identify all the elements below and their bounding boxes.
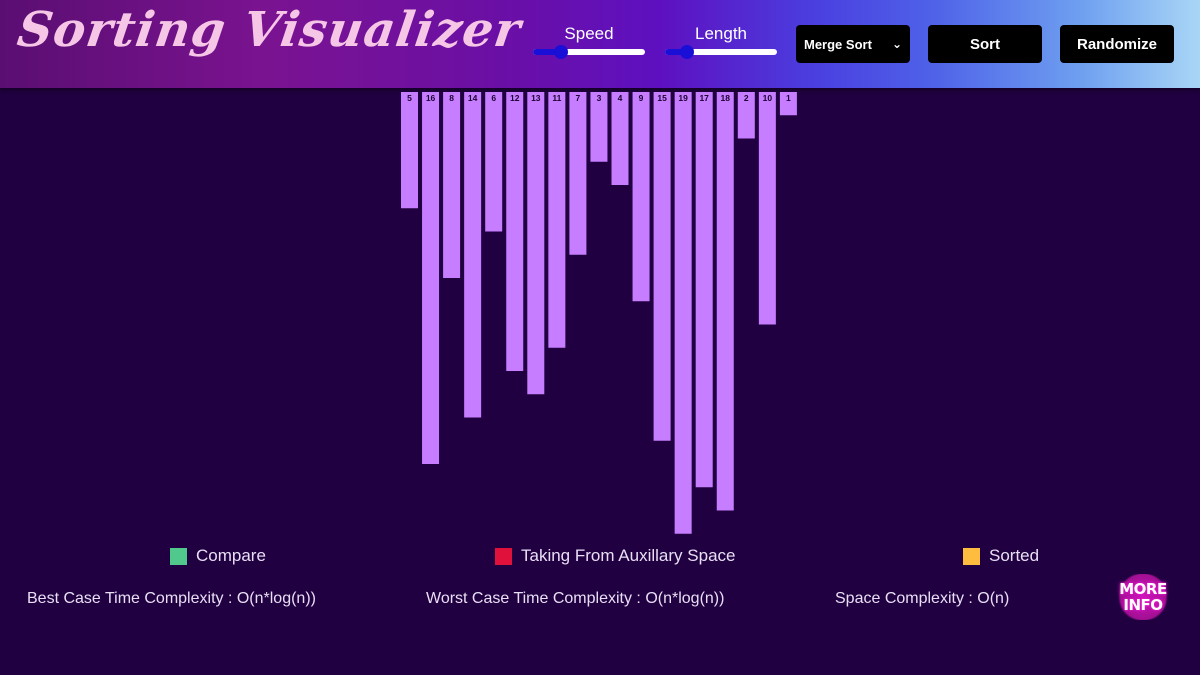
- bar-8: [569, 92, 587, 255]
- chevron-down-icon: ⌄: [891, 37, 902, 51]
- bar-3: [464, 92, 482, 418]
- bar-9: [590, 92, 608, 162]
- sort-button[interactable]: Sort: [928, 25, 1042, 63]
- bar-label-17: 10: [763, 93, 773, 103]
- bar-0: [401, 92, 418, 209]
- worst-case-complexity: Worst Case Time Complexity : O(n*log(n)): [426, 590, 725, 607]
- bar-2: [443, 92, 461, 278]
- bar-label-5: 12: [510, 93, 520, 103]
- bar-label-4: 6: [491, 93, 496, 103]
- bar-label-12: 15: [657, 93, 667, 103]
- legend-auxiliary: Taking From Auxillary Space: [495, 546, 735, 566]
- length-label: Length: [695, 24, 747, 43]
- speed-slider-thumb[interactable]: [554, 45, 568, 59]
- length-slider[interactable]: [665, 45, 777, 59]
- header-bar: Sorting Visualizer Speed Length Merge So…: [0, 0, 1200, 88]
- bar-label-15: 18: [721, 93, 731, 103]
- bar-label-10: 4: [618, 93, 623, 103]
- legend-compare: Compare: [170, 546, 266, 566]
- compare-swatch: [170, 547, 187, 565]
- speed-control: Speed: [533, 24, 645, 59]
- bar-label-2: 8: [449, 93, 454, 103]
- space-complexity: Space Complexity : O(n): [835, 590, 1010, 607]
- bar-6: [527, 92, 545, 395]
- bar-14: [695, 92, 713, 488]
- legend-sorted-label: Sorted: [989, 546, 1040, 565]
- length-slider-thumb[interactable]: [680, 45, 695, 59]
- bar-label-9: 3: [597, 93, 602, 103]
- bar-13: [674, 92, 692, 534]
- sorted-swatch: [963, 547, 980, 565]
- bar-12: [653, 92, 671, 441]
- legend-sorted: Sorted: [963, 546, 1039, 566]
- bar-1: [422, 92, 440, 464]
- algorithm-select[interactable]: Merge Sort ⌄: [796, 25, 910, 63]
- algorithm-select-value: Merge Sort: [804, 36, 872, 52]
- bar-11: [632, 92, 650, 302]
- speed-slider[interactable]: [533, 45, 645, 59]
- best-case-complexity: Best Case Time Complexity : O(n*log(n)): [27, 590, 316, 607]
- legend-auxiliary-label: Taking From Auxillary Space: [521, 546, 736, 565]
- app-title: Sorting Visualizer: [14, 2, 525, 58]
- speed-label: Speed: [564, 24, 614, 43]
- bar-16: [737, 92, 755, 139]
- bar-label-18: 1: [786, 93, 791, 103]
- more-info-button[interactable]: MORE INFO: [1117, 574, 1169, 620]
- bar-4: [485, 92, 503, 232]
- bar-label-8: 7: [576, 93, 581, 103]
- bar-10: [611, 92, 629, 185]
- bar-label-6: 13: [531, 93, 541, 103]
- more-info-line1: MORE: [1119, 580, 1167, 598]
- more-info-line2: INFO: [1123, 596, 1163, 614]
- bar-label-7: 11: [552, 93, 561, 103]
- bar-label-11: 9: [639, 93, 644, 103]
- bar-label-14: 17: [699, 93, 709, 103]
- array-bars: 5 16 8 14 6 12 13 11 7 3 4 9 15 19 17 18 2 10 1: [401, 92, 797, 534]
- bar-label-3: 14: [468, 93, 478, 103]
- bar-17: [758, 92, 776, 325]
- legend-compare-label: Compare: [196, 546, 266, 565]
- bar-18: [779, 92, 797, 116]
- bar-15: [716, 92, 734, 511]
- length-control: Length: [665, 24, 777, 59]
- bar-7: [548, 92, 566, 348]
- auxiliary-swatch: [495, 547, 512, 565]
- randomize-button[interactable]: Randomize: [1060, 25, 1174, 63]
- bar-label-1: 16: [426, 93, 436, 103]
- bar-5: [506, 92, 524, 371]
- bar-label-16: 2: [744, 93, 749, 103]
- bar-label-0: 5: [407, 93, 412, 103]
- bar-label-13: 19: [678, 93, 688, 103]
